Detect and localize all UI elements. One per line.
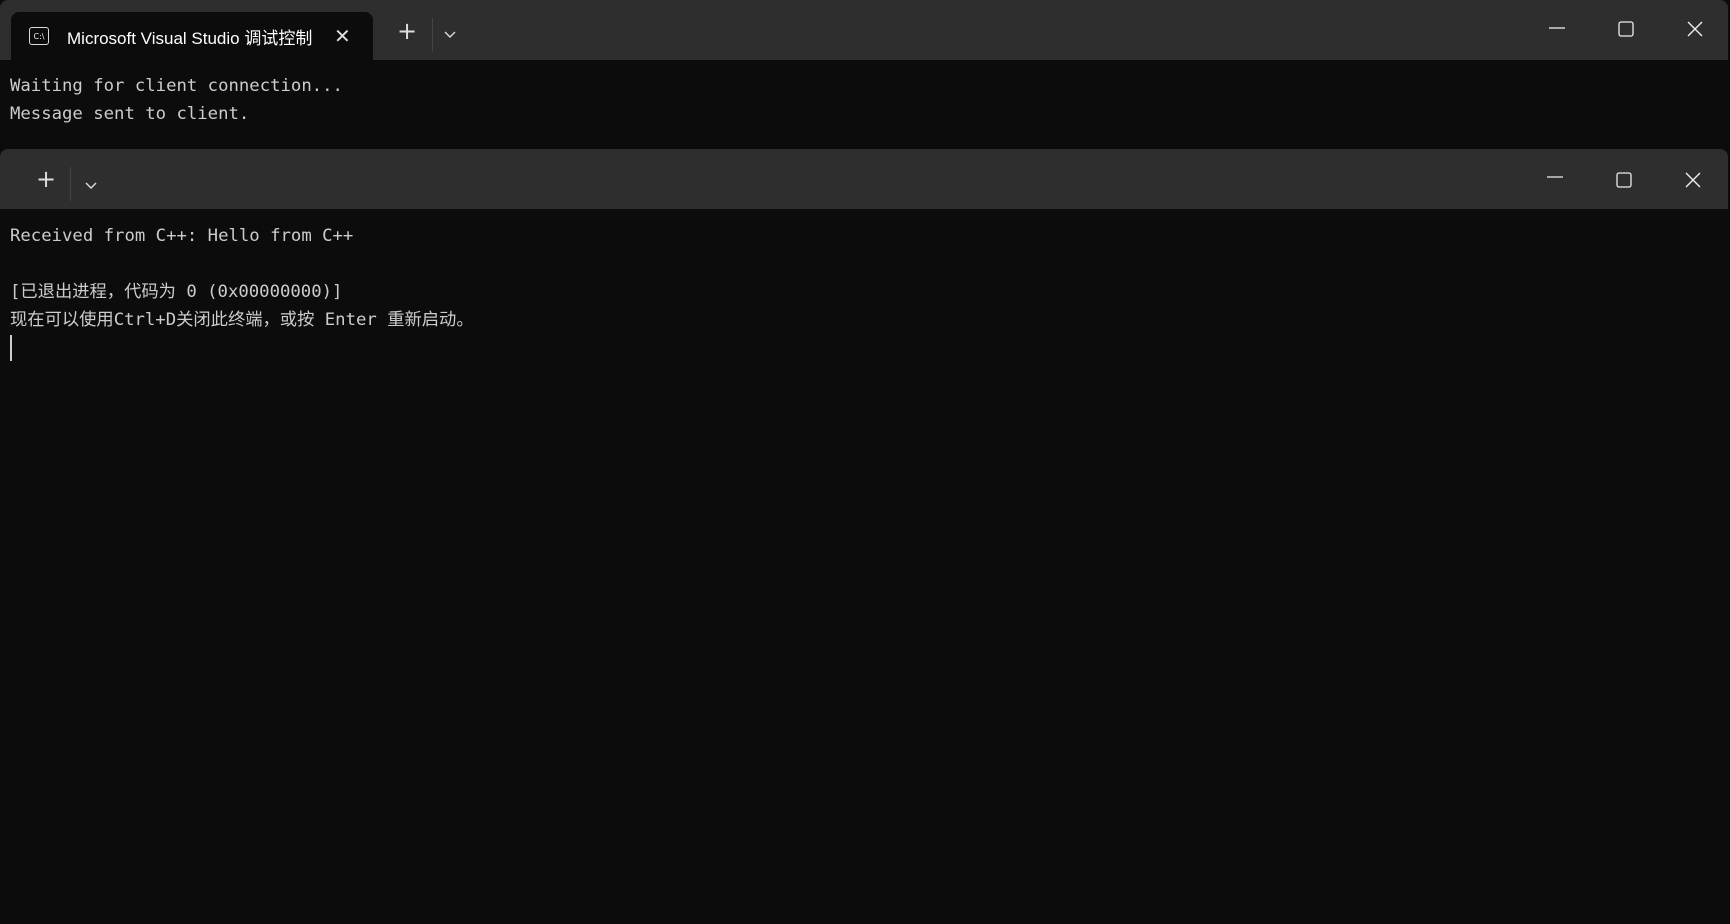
new-tab-button[interactable]: + <box>397 17 417 45</box>
close-button[interactable] <box>1675 21 1715 41</box>
chevron-down-icon <box>444 31 456 38</box>
output-line: Waiting for client connection... <box>10 76 343 96</box>
title-bar[interactable]: C:\ Microsoft Visual Studio 调试控制台 ✕ + <box>0 0 1728 60</box>
new-tab-button[interactable]: + <box>36 165 56 193</box>
output-line: 现在可以使用Ctrl+D关闭此终端，或按 Enter 重新启动。 <box>10 310 474 330</box>
divider <box>432 18 433 52</box>
cmd-icon: C:\ <box>29 27 49 45</box>
close-icon <box>1687 21 1703 37</box>
text-cursor <box>10 335 12 361</box>
terminal-output[interactable]: Received from C++: Hello from C++ [已退出进程… <box>10 222 474 334</box>
tab-title: Microsoft Visual Studio 调试控制台 <box>67 28 314 48</box>
maximize-button[interactable] <box>1604 172 1644 192</box>
minimize-icon <box>1547 176 1563 178</box>
tab-visual-studio-debug-console[interactable]: C:\ Microsoft Visual Studio 调试控制台 ✕ <box>11 12 373 60</box>
output-line: Message sent to client. <box>10 104 250 124</box>
output-line: Received from C++: Hello from C++ <box>10 226 354 246</box>
output-line: [已退出进程，代码为 0 (0x00000000)] <box>10 282 343 302</box>
close-icon <box>1685 172 1701 188</box>
chevron-down-icon <box>85 182 97 189</box>
close-button[interactable] <box>1673 172 1713 192</box>
minimize-button[interactable] <box>1535 167 1575 187</box>
minimize-icon <box>1549 27 1565 29</box>
tab-dropdown-button[interactable] <box>85 175 97 194</box>
terminal-window-2: + Received from C++: Hello from C++ [已退出… <box>0 149 1728 924</box>
maximize-icon <box>1616 172 1632 188</box>
divider <box>70 167 71 201</box>
maximize-button[interactable] <box>1606 21 1646 41</box>
title-bar[interactable]: + <box>0 149 1728 209</box>
tab-close-icon[interactable]: ✕ <box>334 24 351 48</box>
terminal-output[interactable]: Waiting for client connection... Message… <box>10 72 343 128</box>
tab-dropdown-button[interactable] <box>444 24 456 38</box>
terminal-window-1: C:\ Microsoft Visual Studio 调试控制台 ✕ + Wa… <box>0 0 1728 149</box>
maximize-icon <box>1618 21 1634 37</box>
minimize-button[interactable] <box>1537 18 1577 38</box>
